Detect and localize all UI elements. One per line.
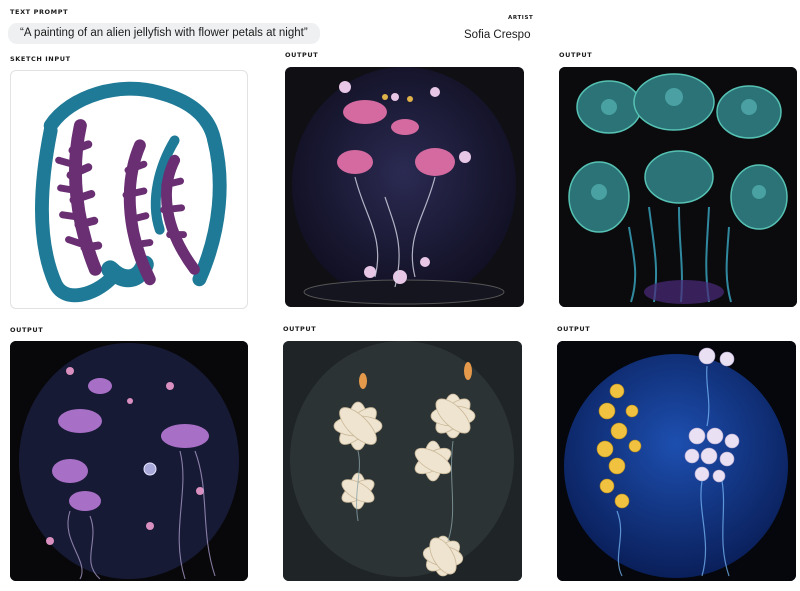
- output-label-2: OUTPUT: [559, 51, 593, 59]
- output-image-2: [559, 67, 797, 307]
- output-image-3: [10, 341, 248, 581]
- artist-heading: ARTIST: [508, 15, 534, 21]
- output-label-5: OUTPUT: [557, 325, 591, 333]
- text-prompt-value: “A painting of an alien jellyfish with f…: [8, 23, 320, 44]
- output-label-1: OUTPUT: [285, 51, 319, 59]
- sketch-input-image: [10, 70, 248, 309]
- output-image-4: [283, 341, 522, 581]
- text-prompt-heading: TEXT PROMPT: [10, 8, 69, 16]
- output-label-4: OUTPUT: [283, 325, 317, 333]
- output-image-1: [285, 67, 524, 307]
- artist-name: Sofia Crespo: [464, 29, 531, 41]
- output-label-3: OUTPUT: [10, 326, 44, 334]
- sketch-input-label: SKETCH INPUT: [10, 55, 71, 63]
- output-image-5: [557, 341, 796, 581]
